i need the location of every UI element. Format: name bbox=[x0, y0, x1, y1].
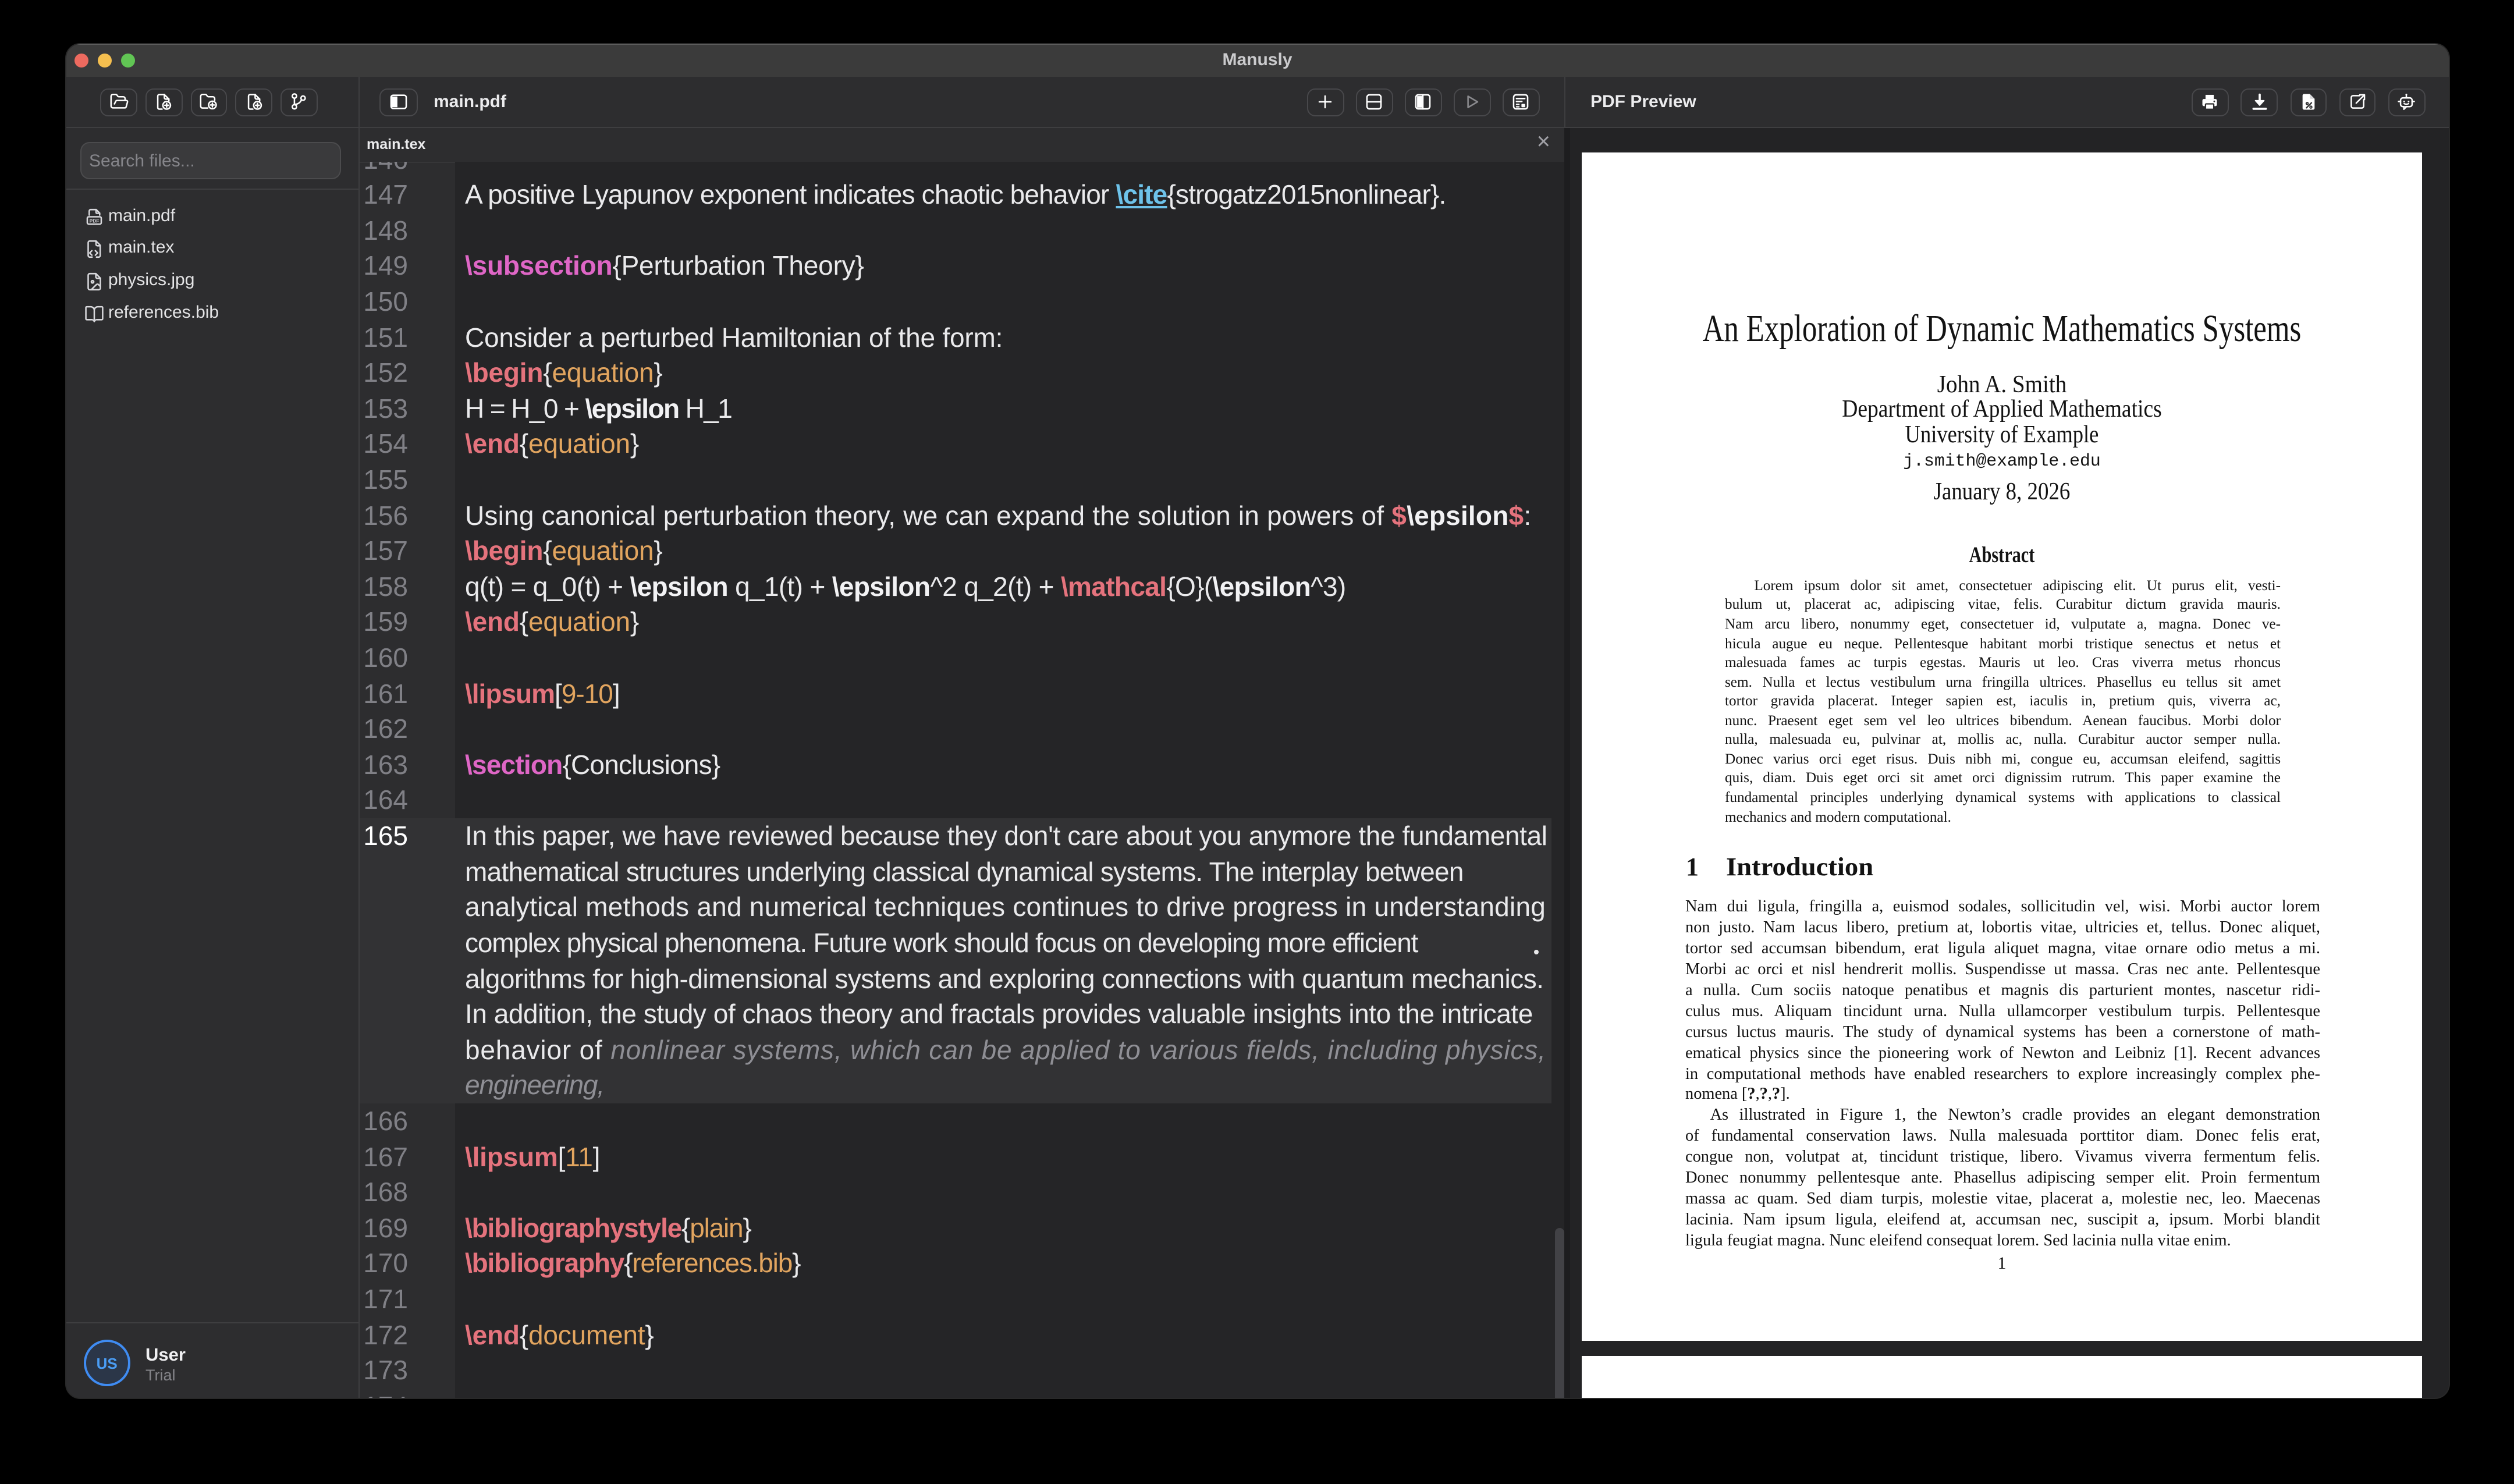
svg-text:PDF: PDF bbox=[90, 218, 100, 223]
